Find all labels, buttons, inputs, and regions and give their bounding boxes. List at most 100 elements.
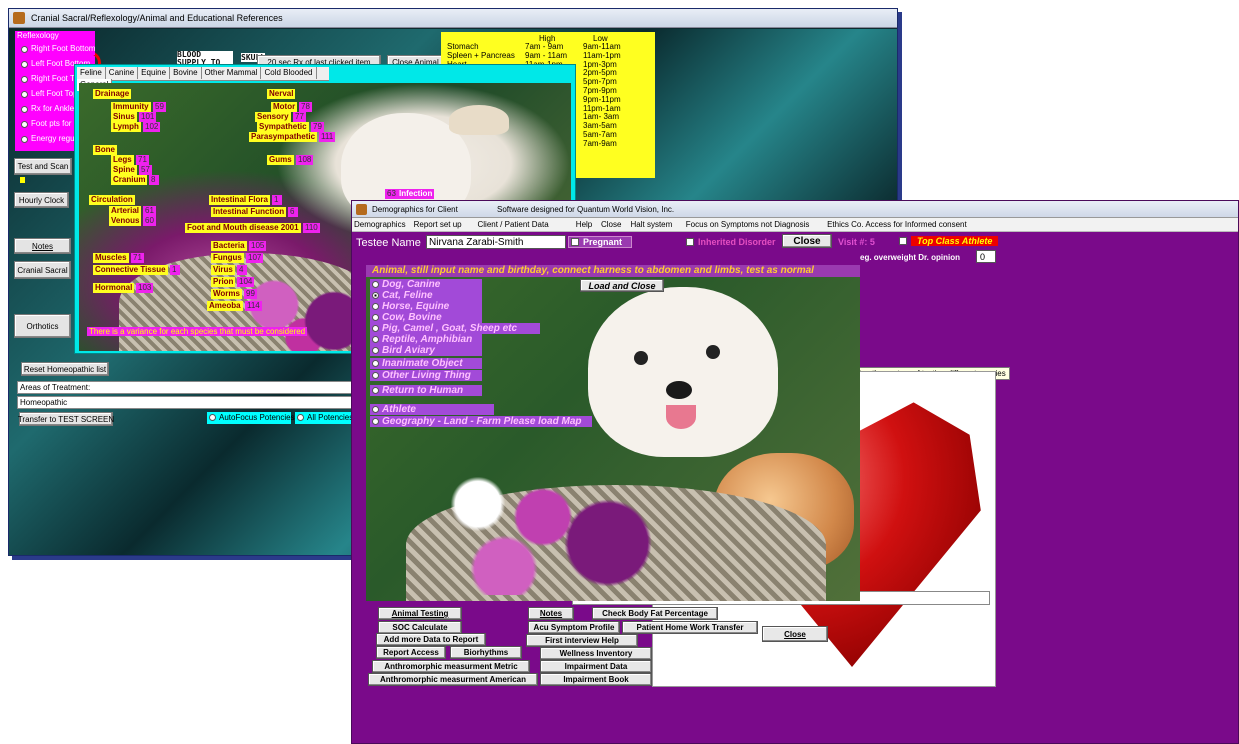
ref-label-worms[interactable]: Worms — [211, 289, 242, 299]
ref-label-prion[interactable]: Prion — [211, 277, 236, 287]
button-close2[interactable]: Close — [762, 626, 828, 642]
test-scan-button[interactable]: Test and Scan — [14, 158, 72, 175]
ref-label-nerval[interactable]: Nerval — [267, 89, 296, 99]
ref-label-bone[interactable]: Bone — [93, 145, 117, 155]
button-animal-testing[interactable]: Animal Testing — [378, 607, 462, 620]
ref-label-sympathetic[interactable]: Sympathetic — [257, 122, 309, 132]
ref-label-cranium[interactable]: Cranium — [111, 175, 148, 185]
species-option[interactable]: Cow, Bovine — [370, 312, 482, 323]
reflex-radio[interactable] — [21, 106, 28, 113]
species-radio[interactable] — [372, 303, 379, 310]
ref-label-infection[interactable]: Infection — [397, 189, 435, 199]
species-radio[interactable] — [372, 281, 379, 288]
button-body-fat[interactable]: Check Body Fat Percentage — [592, 607, 718, 620]
ref-label-muscles[interactable]: Muscles — [93, 253, 129, 263]
species-option[interactable]: Bird Aviary — [370, 345, 482, 356]
species-radio[interactable] — [372, 360, 379, 367]
button-anthro-metric[interactable]: Anthromorphic measurment Metric — [372, 660, 530, 673]
load-close-button[interactable]: Load and Close — [580, 279, 664, 292]
ref-label-drainage[interactable]: Drainage — [93, 89, 132, 99]
species-radio[interactable] — [372, 347, 379, 354]
menu-item[interactable]: Report set up — [414, 220, 462, 229]
tab-bovine[interactable]: Bovine — [170, 67, 202, 79]
species-option[interactable]: Cat, Feline — [370, 290, 482, 301]
tab-cold-blooded[interactable]: Cold Blooded — [261, 67, 317, 79]
menu-item[interactable]: Demographics — [354, 220, 406, 229]
button-wellness[interactable]: Wellness Inventory — [540, 647, 652, 660]
notes-button[interactable]: Notes — [14, 238, 71, 254]
reflex-radio[interactable] — [21, 46, 28, 53]
ref-label-parasympathetic[interactable]: Parasympathetic — [249, 132, 318, 142]
species-option[interactable]: Inanimate Object — [370, 358, 482, 369]
button-notes[interactable]: Notes — [528, 607, 574, 620]
ref-label-bacteria[interactable]: Bacteria — [211, 241, 247, 251]
menu-item[interactable]: Close — [601, 220, 621, 229]
top-athlete-toggle[interactable]: Top Class Athlete — [899, 236, 999, 248]
species-option[interactable]: Return to Human — [370, 385, 482, 396]
species-radio[interactable] — [372, 418, 379, 425]
orthotics-button[interactable]: Orthotics — [14, 314, 71, 338]
menu-item[interactable]: Ethics Co. Access for Informed consent — [827, 220, 967, 229]
ref-label-hormonal[interactable]: Hormonal — [93, 283, 135, 293]
menu-item[interactable]: Focus on Symptoms not Diagnosis — [686, 220, 810, 229]
reflex-radio[interactable] — [21, 136, 28, 143]
tab-canine[interactable]: Canine — [105, 67, 139, 79]
ref-label-foot-mouth[interactable]: Foot and Mouth disease 2001 — [185, 223, 301, 233]
ref-label-lymph[interactable]: Lymph — [111, 122, 141, 132]
ref-label-sensory[interactable]: Sensory — [255, 112, 291, 122]
close-top-button[interactable]: Close — [782, 234, 832, 248]
ref-label-spine[interactable]: Spine — [111, 165, 137, 175]
cranial-sacral-button[interactable]: Cranial Sacral — [14, 261, 71, 279]
hourly-clock-button[interactable]: Hourly Clock — [14, 192, 69, 208]
button-first-interview[interactable]: First interview Help — [526, 634, 638, 647]
species-radio[interactable] — [372, 406, 379, 413]
species-option[interactable]: Athlete — [370, 404, 494, 415]
button-acu-symptom[interactable]: Acu Symptom Profile — [528, 621, 620, 634]
menu-item[interactable]: Client / Patient Data — [478, 220, 549, 229]
autofocus-option[interactable]: AutoFocus Potencies — [207, 412, 295, 424]
species-radio[interactable] — [372, 314, 379, 321]
reflex-radio[interactable] — [21, 61, 28, 68]
reflex-radio[interactable] — [21, 121, 28, 128]
species-radio[interactable] — [372, 372, 379, 379]
ref-label-virus[interactable]: Virus — [211, 265, 235, 275]
button-add-data[interactable]: Add more Data to Report — [376, 633, 486, 646]
tab-other-mammal[interactable]: Other Mammal — [201, 67, 262, 79]
button-impairment-data[interactable]: Impairment Data — [540, 660, 652, 673]
ref-label-venous[interactable]: Venous — [109, 216, 142, 226]
ref-label-motor[interactable]: Motor — [271, 102, 298, 112]
pregnant-toggle[interactable]: Pregnant — [568, 236, 632, 248]
menu-item[interactable]: Help — [576, 220, 592, 229]
reflex-radio[interactable] — [21, 91, 28, 98]
ref-label-intestinal-function[interactable]: Intestinal Function — [211, 207, 287, 217]
ref-label-circulation[interactable]: Circulation — [89, 195, 135, 205]
species-radio[interactable] — [372, 325, 379, 332]
ref-label-connective[interactable]: Connective Tissue — [93, 265, 168, 275]
button-biorhythms[interactable]: Biorhythms — [450, 646, 522, 659]
ref-label-ameoba[interactable]: Ameoba — [207, 301, 243, 311]
button-home-work[interactable]: Patient Home Work Transfer — [622, 621, 758, 634]
overweight-input[interactable]: 0 — [976, 250, 996, 263]
inherited-toggle[interactable]: Inherited Disorder — [686, 237, 778, 249]
reflex-item[interactable]: Right Foot Bottom — [17, 43, 95, 55]
testee-name-input[interactable]: Nirvana Zarabi-Smith — [426, 235, 566, 249]
species-option[interactable]: Other Living Thing — [370, 370, 482, 381]
tab-equine[interactable]: Equine — [138, 67, 171, 79]
tab-feline[interactable]: Feline — [77, 67, 106, 79]
species-option[interactable]: Pig, Camel , Goat, Sheep etc — [370, 323, 540, 334]
ref-label-immunity[interactable]: Immunity — [111, 102, 151, 112]
ref-label-fungus[interactable]: Fungus — [211, 253, 244, 263]
ref-label-intestinal-flora[interactable]: Intestinal Flora — [209, 195, 270, 205]
species-option[interactable]: Horse, Equine — [370, 301, 482, 312]
ref-label-legs[interactable]: Legs — [111, 155, 134, 165]
ref-label-sinus[interactable]: Sinus — [111, 112, 137, 122]
button-impairment-book[interactable]: Impairment Book — [540, 673, 652, 686]
species-radio[interactable] — [372, 336, 379, 343]
button-report-access[interactable]: Report Access — [376, 646, 446, 659]
button-anthro-american[interactable]: Anthromorphic measurment American — [368, 673, 538, 686]
species-option[interactable]: Dog, Canine — [370, 279, 482, 290]
transfer-test-button[interactable]: Transfer to TEST SCREEN — [18, 412, 114, 426]
reflex-radio[interactable] — [21, 76, 28, 83]
all-potencies-option[interactable]: All Potencies — [295, 412, 353, 424]
species-radio[interactable] — [372, 387, 379, 394]
